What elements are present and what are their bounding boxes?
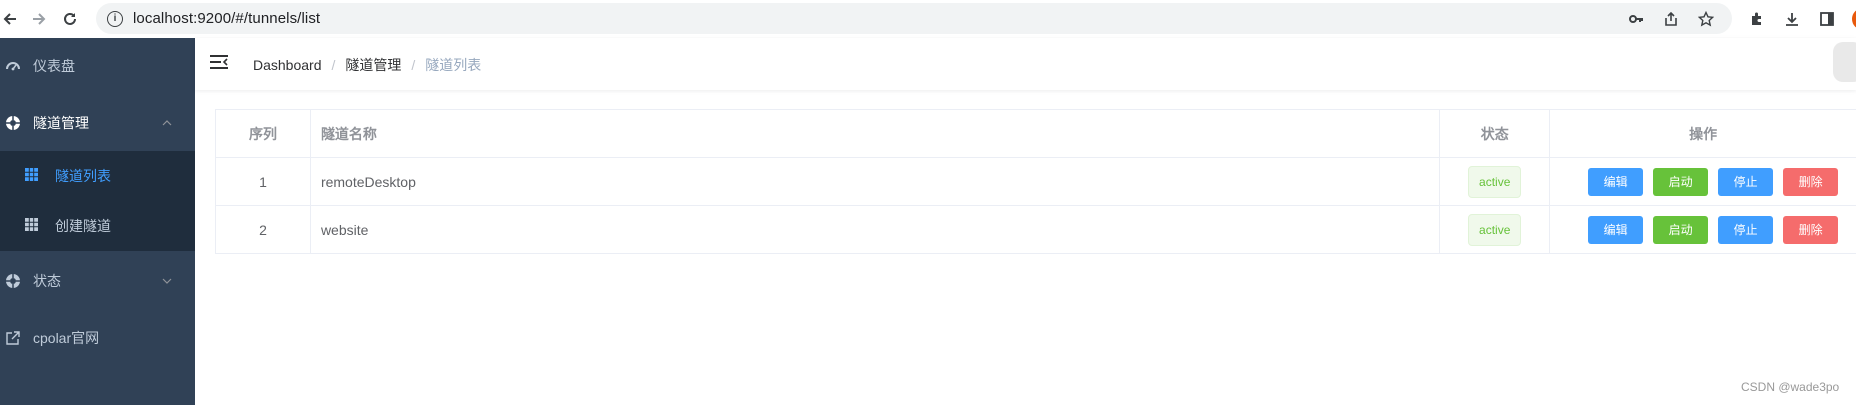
reload-icon[interactable] [58,7,82,31]
column-header-status: 状态 [1440,110,1551,157]
status-cell: active [1440,206,1551,253]
site-info-icon[interactable]: i [107,10,123,27]
sidebar-item-tunnel-management[interactable]: 隧道管理 [0,95,195,151]
column-header-name: 隧道名称 [311,110,1441,157]
user-avatar[interactable] [1833,42,1856,82]
browser-toolbar: i localhost:9200/#/tunnels/list u [0,0,1856,38]
breadcrumb-separator: / [331,57,336,73]
breadcrumb-dashboard[interactable]: Dashboard [253,57,322,73]
delete-button[interactable]: 删除 [1783,167,1839,196]
grid-icon [25,218,38,234]
sidebar: 仪表盘 隧道管理 隧道列表 创建隧道 状态 cpolar官网 [0,38,195,405]
navbar: Dashboard / 隧道管理 / 隧道列表 [195,38,1856,90]
breadcrumb-tunnel-management[interactable]: 隧道管理 [345,55,401,75]
status-badge: active [1468,165,1522,198]
column-header-actions: 操作 [1689,125,1718,142]
address-url[interactable]: localhost:9200/#/tunnels/list [133,10,320,27]
breadcrumb-separator: / [411,57,416,73]
bookmark-star-icon[interactable] [1696,9,1716,29]
chevron-up-icon [162,118,172,129]
address-bar[interactable]: i localhost:9200/#/tunnels/list [96,3,1732,34]
sidebar-item-create-tunnel[interactable]: 创建隧道 [0,201,195,251]
sidebar-item-cpolar-website[interactable]: cpolar官网 [0,310,195,366]
back-icon[interactable] [0,7,22,31]
tunnel-table: 序列 隧道名称 状态 操作 1 remoteDesktop active 编辑 … [215,109,1856,254]
status-badge: active [1468,213,1522,246]
grid-icon [25,168,38,184]
chevron-down-icon [162,276,172,287]
table-row: 1 remoteDesktop active 编辑 启动 停止 删除 [216,158,1856,206]
delete-button[interactable]: 删除 [1783,215,1839,244]
table-row: 2 website active 编辑 启动 停止 删除 [216,206,1856,254]
row-index: 2 [216,206,311,253]
tunnel-icon [5,115,21,131]
edit-button[interactable]: 编辑 [1588,215,1644,244]
column-header-index: 序列 [216,110,311,157]
sidebar-item-label: 创建隧道 [55,218,111,234]
external-link-icon [5,330,21,346]
start-button[interactable]: 启动 [1653,167,1709,196]
stop-button[interactable]: 停止 [1718,215,1774,244]
watermark: CSDN @wade3po [1741,380,1840,394]
breadcrumb: Dashboard / 隧道管理 / 隧道列表 [253,55,481,75]
status-icon [5,273,21,289]
breadcrumb-tunnel-list: 隧道列表 [425,57,482,73]
sidebar-item-label: 隧道管理 [33,115,89,131]
download-icon[interactable] [1782,9,1802,29]
dashboard-icon [5,58,21,74]
hamburger-icon[interactable] [210,54,228,72]
extensions-icon[interactable] [1747,9,1767,29]
sidebar-item-dashboard[interactable]: 仪表盘 [0,38,195,94]
tunnel-name: remoteDesktop [311,158,1441,205]
tunnel-submenu: 隧道列表 创建隧道 [0,151,195,251]
table-header-row: 序列 隧道名称 状态 操作 [216,110,1856,158]
sidebar-item-label: 隧道列表 [55,168,111,184]
sidebar-item-label: cpolar官网 [33,330,100,346]
sidebar-item-tunnel-list[interactable]: 隧道列表 [0,151,195,201]
profile-avatar[interactable]: u [1852,8,1856,30]
actions-cell: 编辑 启动 停止 删除 [1550,158,1856,205]
actions-cell: 编辑 启动 停止 删除 [1550,206,1856,253]
start-button[interactable]: 启动 [1653,215,1709,244]
edit-button[interactable]: 编辑 [1588,167,1644,196]
forward-icon[interactable] [27,7,51,31]
row-index: 1 [216,158,311,205]
key-icon[interactable] [1626,9,1646,29]
side-panel-icon[interactable] [1817,9,1837,29]
share-icon[interactable] [1661,9,1681,29]
stop-button[interactable]: 停止 [1718,167,1774,196]
sidebar-item-status[interactable]: 状态 [0,253,195,309]
status-cell: active [1440,158,1551,205]
sidebar-item-label: 仪表盘 [33,58,75,74]
sidebar-item-label: 状态 [33,273,61,289]
tunnel-name: website [311,206,1441,253]
